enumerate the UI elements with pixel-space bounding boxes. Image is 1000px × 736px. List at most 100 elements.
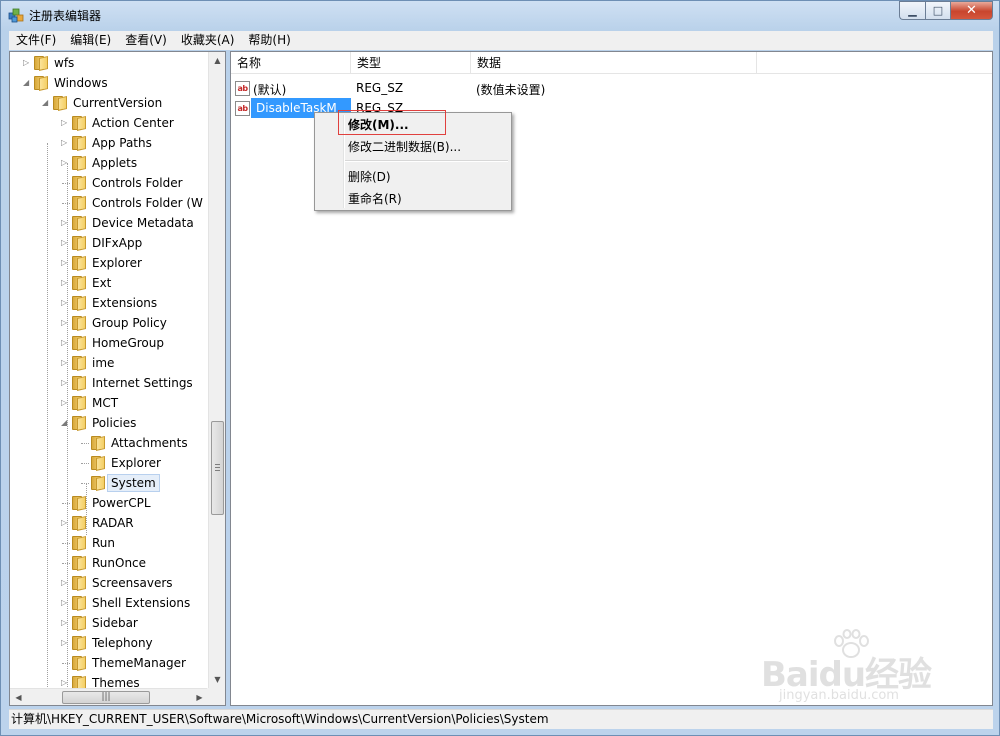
tree-connector [62,543,70,544]
tree-connector [81,443,89,444]
tree-node-label: CurrentVersion [73,96,163,110]
collapsed-arrow-icon[interactable]: ▷ [61,138,69,148]
tree-node[interactable]: ▷ MCT [10,393,207,413]
menu-file[interactable]: 文件(F) [9,31,63,50]
folder-icon [72,376,88,391]
tree-node[interactable]: Controls Folder (W [10,193,207,213]
close-button[interactable]: ✕ [950,1,993,20]
column-name[interactable]: 名称 [231,52,351,74]
watermark-url: jingyan.baidu.com [779,688,899,703]
tree-node-label: Action Center [92,116,174,130]
menu-edit[interactable]: 编辑(E) [63,31,118,50]
tree-node[interactable]: ◢ Policies [10,413,207,433]
context-separator [345,160,508,162]
menu-favorites[interactable]: 收藏夹(A) [174,31,242,50]
folder-icon [91,436,107,451]
tree-node[interactable]: ▷ Screensavers [10,573,207,593]
value-data: (数值未设置) [476,83,546,97]
tree-node[interactable]: ▷ App Paths [10,133,207,153]
expanded-arrow-icon[interactable]: ◢ [23,78,31,88]
tree-node[interactable]: RunOnce [10,553,207,573]
tree-node[interactable]: ▷ wfs [10,53,207,73]
scroll-right-arrow-icon[interactable]: ▶ [191,689,208,705]
tree-node[interactable]: PowerCPL [10,493,207,513]
registry-tree[interactable]: ▷ wfs ◢ Windows ◢ CurrentVersion ▷ Action Cente… [9,51,226,706]
minimize-button[interactable]: ▁ [899,1,925,20]
tree-node[interactable]: ▷ Extensions [10,293,207,313]
tree-node[interactable]: ▷ ime [10,353,207,373]
baidu-watermark: Baidu经验 jingyan.baidu.com [761,629,961,711]
tree-node[interactable]: ◢ CurrentVersion [10,93,207,113]
folder-icon [72,336,88,351]
string-value-icon: ab [235,81,250,96]
folder-icon [91,456,107,471]
context-delete[interactable]: 删除(D) [348,168,391,185]
folder-icon [72,276,88,291]
maximize-button[interactable]: □ [925,1,950,20]
column-header: 名称 类型 数据 [231,52,992,74]
tree-node-label: Explorer [92,256,142,270]
tree-node[interactable]: Explorer [10,453,207,473]
folder-icon [72,536,88,551]
tree-node[interactable]: Run [10,533,207,553]
tree-vertical-scrollbar[interactable]: ▲ ▼ [208,52,225,688]
collapsed-arrow-icon[interactable]: ▷ [23,58,31,68]
maximize-icon: □ [932,4,944,17]
tree-node[interactable]: ▷ Group Policy [10,313,207,333]
column-type[interactable]: 类型 [351,52,471,74]
folder-icon [72,556,88,571]
collapsed-arrow-icon[interactable]: ▷ [61,118,69,128]
tree-node[interactable]: ▷ Action Center [10,113,207,133]
tree-node-label: Applets [92,156,138,170]
tree-node-label: Telephony [92,636,153,650]
tree-node[interactable]: Controls Folder [10,173,207,193]
tree-node-label: Internet Settings [92,376,193,390]
tree-node[interactable]: System [10,473,207,493]
tree-node[interactable]: ▷ Shell Extensions [10,593,207,613]
registry-editor-app-icon [8,8,24,23]
tree-hscroll-thumb[interactable]: ||| [62,691,150,704]
tree-node[interactable]: ▷ HomeGroup [10,333,207,353]
tree-node-label: RunOnce [92,556,147,570]
tree-node[interactable]: ▷ Ext [10,273,207,293]
tree-horizontal-scrollbar[interactable]: ◀ ||| ▶ [10,688,208,705]
title-bar[interactable]: 注册表编辑器 ▁ □ ✕ [1,1,999,29]
tree-node-label: Windows [54,76,108,90]
column-data[interactable]: 数据 [471,52,757,74]
tree-node-label: Extensions [92,296,158,310]
tree-node[interactable]: ▷ Device Metadata [10,213,207,233]
tree-node[interactable]: ◢ Windows [10,73,207,93]
scroll-left-arrow-icon[interactable]: ◀ [10,689,27,705]
folder-icon [34,76,50,91]
folder-icon [72,156,88,171]
tree-guide-line [86,483,87,535]
tree-connector [62,663,70,664]
tree-node[interactable]: ▷ Internet Settings [10,373,207,393]
tree-node[interactable]: ▷ Applets [10,153,207,173]
menu-help[interactable]: 帮助(H) [241,31,297,50]
tree-node[interactable]: ▷ Sidebar [10,613,207,633]
tree-node[interactable]: ▷ Telephony [10,633,207,653]
folder-icon [72,296,88,311]
tree-node[interactable]: ▷ DIFxApp [10,233,207,253]
value-name: (默认) [253,83,287,97]
tree-node[interactable]: Attachments [10,433,207,453]
context-rename[interactable]: 重命名(R) [348,190,402,207]
tree-node[interactable]: ▷ Explorer [10,253,207,273]
folder-icon [72,396,88,411]
folder-icon [72,136,88,151]
tree-guide-line [47,143,48,705]
expanded-arrow-icon[interactable]: ◢ [42,98,50,108]
tree-node[interactable]: ThemeManager [10,653,207,673]
context-modify-binary[interactable]: 修改二进制数据(B)... [348,138,461,155]
tree-scroll-thumb[interactable] [211,421,224,515]
menu-view[interactable]: 查看(V) [118,31,174,50]
tree-node[interactable]: ▷ RADAR [10,513,207,533]
scroll-down-arrow-icon[interactable]: ▼ [209,671,225,688]
folder-icon [34,56,50,71]
value-row-default[interactable]: ab (默认) REG_SZ (数值未设置) [231,78,992,98]
folder-icon [72,596,88,611]
highlight-annotation [338,110,446,135]
scroll-up-arrow-icon[interactable]: ▲ [209,52,225,69]
tree-connector [62,563,70,564]
